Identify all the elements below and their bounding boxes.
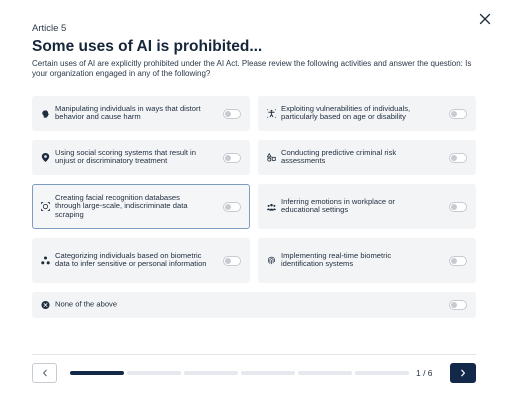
page-title: Some uses of AI is prohibited... (32, 38, 263, 55)
option-toggle[interactable] (449, 201, 467, 212)
previous-button[interactable] (32, 363, 57, 383)
toggle-knob (451, 257, 457, 264)
option-toggle[interactable] (449, 300, 467, 310)
page-description: Certain uses of AI are explicitly prohib… (32, 59, 472, 78)
toggle-knob (225, 203, 231, 210)
toggle-knob (451, 154, 457, 161)
toggle-knob (225, 257, 231, 264)
option-card-facial-recognition[interactable]: Creating facial recognition databases th… (32, 184, 250, 229)
option-card-social-scoring[interactable]: Using social scoring systems that result… (32, 140, 250, 175)
option-toggle[interactable] (449, 108, 467, 119)
brain-icon (41, 109, 50, 118)
page-counter: 1 / 6 (416, 368, 433, 378)
progress-segment (70, 371, 124, 375)
option-toggle[interactable] (223, 152, 241, 163)
chevron-left-icon (41, 364, 49, 382)
face-scan-icon (41, 202, 50, 211)
option-label: Implementing real-time biometric identif… (281, 250, 392, 269)
progress-segment (298, 371, 352, 375)
progress-segment (355, 371, 409, 375)
option-toggle[interactable] (223, 108, 241, 119)
toggle-knob (225, 110, 231, 117)
close-circle-icon (41, 300, 50, 310)
option-label: Using social scoring systems that result… (55, 147, 196, 166)
option-card-none-of-the-above[interactable]: None of the above (32, 292, 476, 318)
article-label: Article 5 (32, 23, 67, 34)
option-card-categorizing-biometric[interactable]: Categorizing individuals based on biomet… (32, 238, 250, 283)
progress-bar (70, 371, 409, 375)
chevron-right-icon (459, 364, 467, 382)
option-label: Exploiting vulnerabilities of individual… (281, 103, 411, 122)
fingerprint-icon (267, 256, 276, 265)
option-label: Categorizing individuals based on biomet… (55, 250, 207, 269)
option-card-manipulating-individuals[interactable]: Manipulating individuals in ways that di… (32, 96, 250, 131)
option-label: Manipulating individuals in ways that di… (55, 103, 201, 122)
option-label: Inferring emotions in workplace or educa… (281, 196, 395, 215)
next-button[interactable] (450, 363, 476, 383)
progress-segment (241, 371, 295, 375)
accessibility-icon (267, 109, 276, 118)
toggle-knob (451, 203, 457, 210)
option-toggle[interactable] (223, 255, 241, 266)
option-card-inferring-emotions[interactable]: Inferring emotions in workplace or educa… (258, 184, 476, 229)
option-toggle[interactable] (449, 152, 467, 163)
progress-segment (184, 371, 238, 375)
progress-segment (127, 371, 181, 375)
toggle-knob (451, 110, 457, 117)
option-label: Conducting predictive criminal risk asse… (281, 147, 397, 166)
toggle-knob (451, 302, 457, 308)
option-toggle[interactable] (449, 255, 467, 266)
location-pin-icon (41, 153, 50, 162)
footer-divider (32, 354, 476, 355)
close-icon[interactable] (478, 12, 492, 26)
option-card-predictive-criminal-risk[interactable]: Conducting predictive criminal risk asse… (258, 140, 476, 175)
nodes-icon (41, 256, 50, 265)
shapes-icon (267, 152, 276, 162)
option-label: None of the above (55, 299, 118, 309)
option-label: Creating facial recognition databases th… (55, 192, 188, 219)
toggle-knob (225, 154, 231, 161)
group-icon (267, 202, 276, 211)
option-card-exploiting-vulnerabilities[interactable]: Exploiting vulnerabilities of individual… (258, 96, 476, 131)
option-card-realtime-biometric[interactable]: Implementing real-time biometric identif… (258, 238, 476, 283)
option-toggle[interactable] (223, 201, 241, 212)
